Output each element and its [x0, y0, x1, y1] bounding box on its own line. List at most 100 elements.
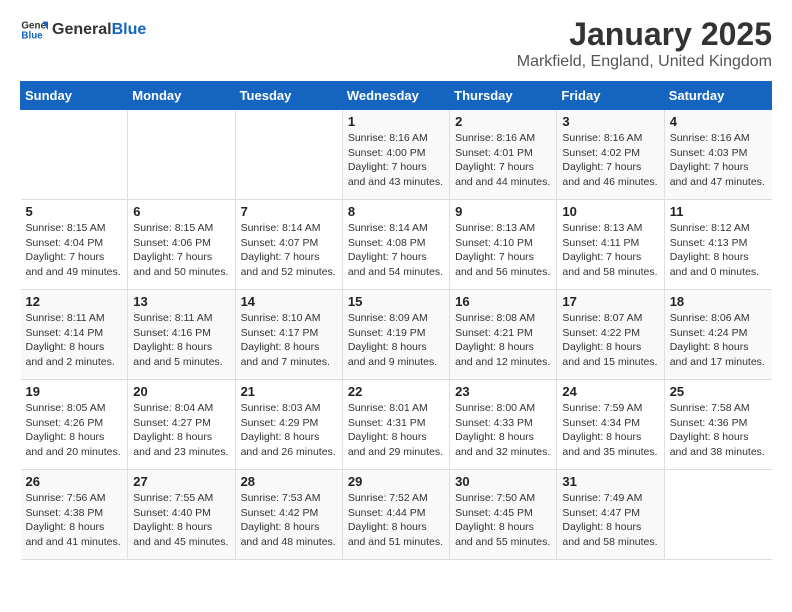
- day-number: 30: [455, 474, 551, 489]
- day-number: 1: [348, 114, 444, 129]
- week-row-4: 19 Sunrise: 8:05 AMSunset: 4:26 PMDayligh…: [21, 380, 772, 470]
- header-thursday: Thursday: [450, 82, 557, 110]
- day-info: Sunrise: 8:11 AMSunset: 4:16 PMDaylight:…: [133, 311, 229, 370]
- calendar-cell: 9Sunrise: 8:13 AMSunset: 4:10 PMDaylight…: [450, 200, 557, 290]
- day-number: 10: [562, 204, 658, 219]
- calendar-table: SundayMondayTuesdayWednesdayThursdayFrid…: [20, 81, 772, 560]
- calendar-cell: 21Sunrise: 8:03 AMSunset: 4:29 PMDayligh…: [235, 380, 342, 470]
- day-number: 4: [670, 114, 767, 129]
- day-number: 6: [133, 204, 229, 219]
- day-number: 8: [348, 204, 444, 219]
- calendar-cell: 27Sunrise: 7:55 AMSunset: 4:40 PMDayligh…: [128, 470, 235, 560]
- day-info: Sunrise: 8:10 AMSunset: 4:17 PMDaylight:…: [241, 311, 337, 370]
- day-number: 26: [26, 474, 123, 489]
- week-row-2: 5 Sunrise: 8:15 AMSunset: 4:04 PMDaylight…: [21, 200, 772, 290]
- day-info: Sunrise: 8:14 AMSunset: 4:07 PMDaylight:…: [241, 221, 337, 280]
- calendar-cell: [235, 110, 342, 200]
- calendar-cell: 23 Sunrise: 8:00 AMSunset: 4:33 PMDayligh…: [450, 380, 557, 470]
- day-number: 2: [455, 114, 551, 129]
- title-area: January 2025 Markfield, England, United …: [517, 16, 772, 71]
- logo-blue: Blue: [112, 21, 147, 39]
- calendar-cell: 11 Sunrise: 8:12 AMSunset: 4:13 PMDayligh…: [664, 200, 771, 290]
- calendar-cell: 30 Sunrise: 7:50 AMSunset: 4:45 PMDayligh…: [450, 470, 557, 560]
- day-info: Sunrise: 8:13 AMSunset: 4:11 PMDaylight:…: [562, 221, 658, 280]
- day-info: Sunrise: 7:50 AMSunset: 4:45 PMDaylight:…: [455, 491, 551, 550]
- header-saturday: Saturday: [664, 82, 771, 110]
- calendar-cell: 24 Sunrise: 7:59 AMSunset: 4:34 PMDayligh…: [557, 380, 664, 470]
- header-tuesday: Tuesday: [235, 82, 342, 110]
- day-info: Sunrise: 8:04 AMSunset: 4:27 PMDaylight:…: [133, 401, 229, 460]
- calendar-cell: 28 Sunrise: 7:53 AMSunset: 4:42 PMDayligh…: [235, 470, 342, 560]
- day-number: 28: [241, 474, 337, 489]
- day-number: 23: [455, 384, 551, 399]
- day-info: Sunrise: 8:06 AMSunset: 4:24 PMDaylight:…: [670, 311, 767, 370]
- day-number: 11: [670, 204, 767, 219]
- day-info: Sunrise: 8:16 AMSunset: 4:00 PMDaylight:…: [348, 131, 444, 190]
- day-number: 17: [562, 294, 658, 309]
- header: General Blue General Blue January 2025 M…: [20, 16, 772, 71]
- week-row-5: 26 Sunrise: 7:56 AMSunset: 4:38 PMDayligh…: [21, 470, 772, 560]
- page-subtitle: Markfield, England, United Kingdom: [517, 53, 772, 71]
- calendar-cell: 10 Sunrise: 8:13 AMSunset: 4:11 PMDayligh…: [557, 200, 664, 290]
- calendar-cell: 31 Sunrise: 7:49 AMSunset: 4:47 PMDayligh…: [557, 470, 664, 560]
- calendar-cell: [664, 470, 771, 560]
- day-number: 25: [670, 384, 767, 399]
- day-number: 9: [455, 204, 551, 219]
- calendar-cell: 19 Sunrise: 8:05 AMSunset: 4:26 PMDayligh…: [21, 380, 128, 470]
- svg-text:Blue: Blue: [21, 30, 43, 41]
- calendar-cell: 25Sunrise: 7:58 AMSunset: 4:36 PMDayligh…: [664, 380, 771, 470]
- day-info: Sunrise: 8:15 AMSunset: 4:04 PMDaylight:…: [26, 221, 123, 280]
- week-row-1: 1 Sunrise: 8:16 AMSunset: 4:00 PMDaylight…: [21, 110, 772, 200]
- day-number: 24: [562, 384, 658, 399]
- day-info: Sunrise: 7:56 AMSunset: 4:38 PMDaylight:…: [26, 491, 123, 550]
- day-number: 31: [562, 474, 658, 489]
- logo-icon: General Blue: [20, 16, 48, 44]
- calendar-cell: [21, 110, 128, 200]
- day-info: Sunrise: 8:12 AMSunset: 4:13 PMDaylight:…: [670, 221, 767, 280]
- day-info: Sunrise: 8:03 AMSunset: 4:29 PMDaylight:…: [241, 401, 337, 460]
- day-number: 22: [348, 384, 444, 399]
- calendar-cell: 7Sunrise: 8:14 AMSunset: 4:07 PMDaylight…: [235, 200, 342, 290]
- day-info: Sunrise: 7:49 AMSunset: 4:47 PMDaylight:…: [562, 491, 658, 550]
- logo: General Blue General Blue: [20, 16, 146, 44]
- logo-general: General: [52, 21, 112, 39]
- day-info: Sunrise: 7:55 AMSunset: 4:40 PMDaylight:…: [133, 491, 229, 550]
- calendar-cell: 26 Sunrise: 7:56 AMSunset: 4:38 PMDayligh…: [21, 470, 128, 560]
- calendar-cell: 16Sunrise: 8:08 AMSunset: 4:21 PMDayligh…: [450, 290, 557, 380]
- calendar-cell: 3 Sunrise: 8:16 AMSunset: 4:02 PMDaylight…: [557, 110, 664, 200]
- calendar-cell: 6 Sunrise: 8:15 AMSunset: 4:06 PMDaylight…: [128, 200, 235, 290]
- day-number: 5: [26, 204, 123, 219]
- day-info: Sunrise: 8:16 AMSunset: 4:03 PMDaylight:…: [670, 131, 767, 190]
- day-info: Sunrise: 8:09 AMSunset: 4:19 PMDaylight:…: [348, 311, 444, 370]
- day-number: 3: [562, 114, 658, 129]
- day-info: Sunrise: 8:05 AMSunset: 4:26 PMDaylight:…: [26, 401, 123, 460]
- day-info: Sunrise: 8:16 AMSunset: 4:02 PMDaylight:…: [562, 131, 658, 190]
- calendar-cell: 14 Sunrise: 8:10 AMSunset: 4:17 PMDayligh…: [235, 290, 342, 380]
- calendar-cell: 13 Sunrise: 8:11 AMSunset: 4:16 PMDayligh…: [128, 290, 235, 380]
- day-info: Sunrise: 8:15 AMSunset: 4:06 PMDaylight:…: [133, 221, 229, 280]
- day-info: Sunrise: 7:59 AMSunset: 4:34 PMDaylight:…: [562, 401, 658, 460]
- calendar-cell: 12Sunrise: 8:11 AMSunset: 4:14 PMDayligh…: [21, 290, 128, 380]
- day-number: 20: [133, 384, 229, 399]
- day-info: Sunrise: 8:08 AMSunset: 4:21 PMDaylight:…: [455, 311, 551, 370]
- calendar-cell: 22 Sunrise: 8:01 AMSunset: 4:31 PMDayligh…: [342, 380, 449, 470]
- day-number: 13: [133, 294, 229, 309]
- calendar-cell: [128, 110, 235, 200]
- header-wednesday: Wednesday: [342, 82, 449, 110]
- calendar-cell: 4 Sunrise: 8:16 AMSunset: 4:03 PMDaylight…: [664, 110, 771, 200]
- header-monday: Monday: [128, 82, 235, 110]
- day-info: Sunrise: 8:01 AMSunset: 4:31 PMDaylight:…: [348, 401, 444, 460]
- day-number: 19: [26, 384, 123, 399]
- day-info: Sunrise: 8:14 AMSunset: 4:08 PMDaylight:…: [348, 221, 444, 280]
- day-info: Sunrise: 8:00 AMSunset: 4:33 PMDaylight:…: [455, 401, 551, 460]
- day-number: 14: [241, 294, 337, 309]
- day-info: Sunrise: 7:53 AMSunset: 4:42 PMDaylight:…: [241, 491, 337, 550]
- day-number: 29: [348, 474, 444, 489]
- day-info: Sunrise: 8:11 AMSunset: 4:14 PMDaylight:…: [26, 311, 123, 370]
- day-number: 18: [670, 294, 767, 309]
- day-info: Sunrise: 8:16 AMSunset: 4:01 PMDaylight:…: [455, 131, 551, 190]
- calendar-cell: 20 Sunrise: 8:04 AMSunset: 4:27 PMDayligh…: [128, 380, 235, 470]
- calendar-cell: 8 Sunrise: 8:14 AMSunset: 4:08 PMDaylight…: [342, 200, 449, 290]
- calendar-header-row: SundayMondayTuesdayWednesdayThursdayFrid…: [21, 82, 772, 110]
- header-friday: Friday: [557, 82, 664, 110]
